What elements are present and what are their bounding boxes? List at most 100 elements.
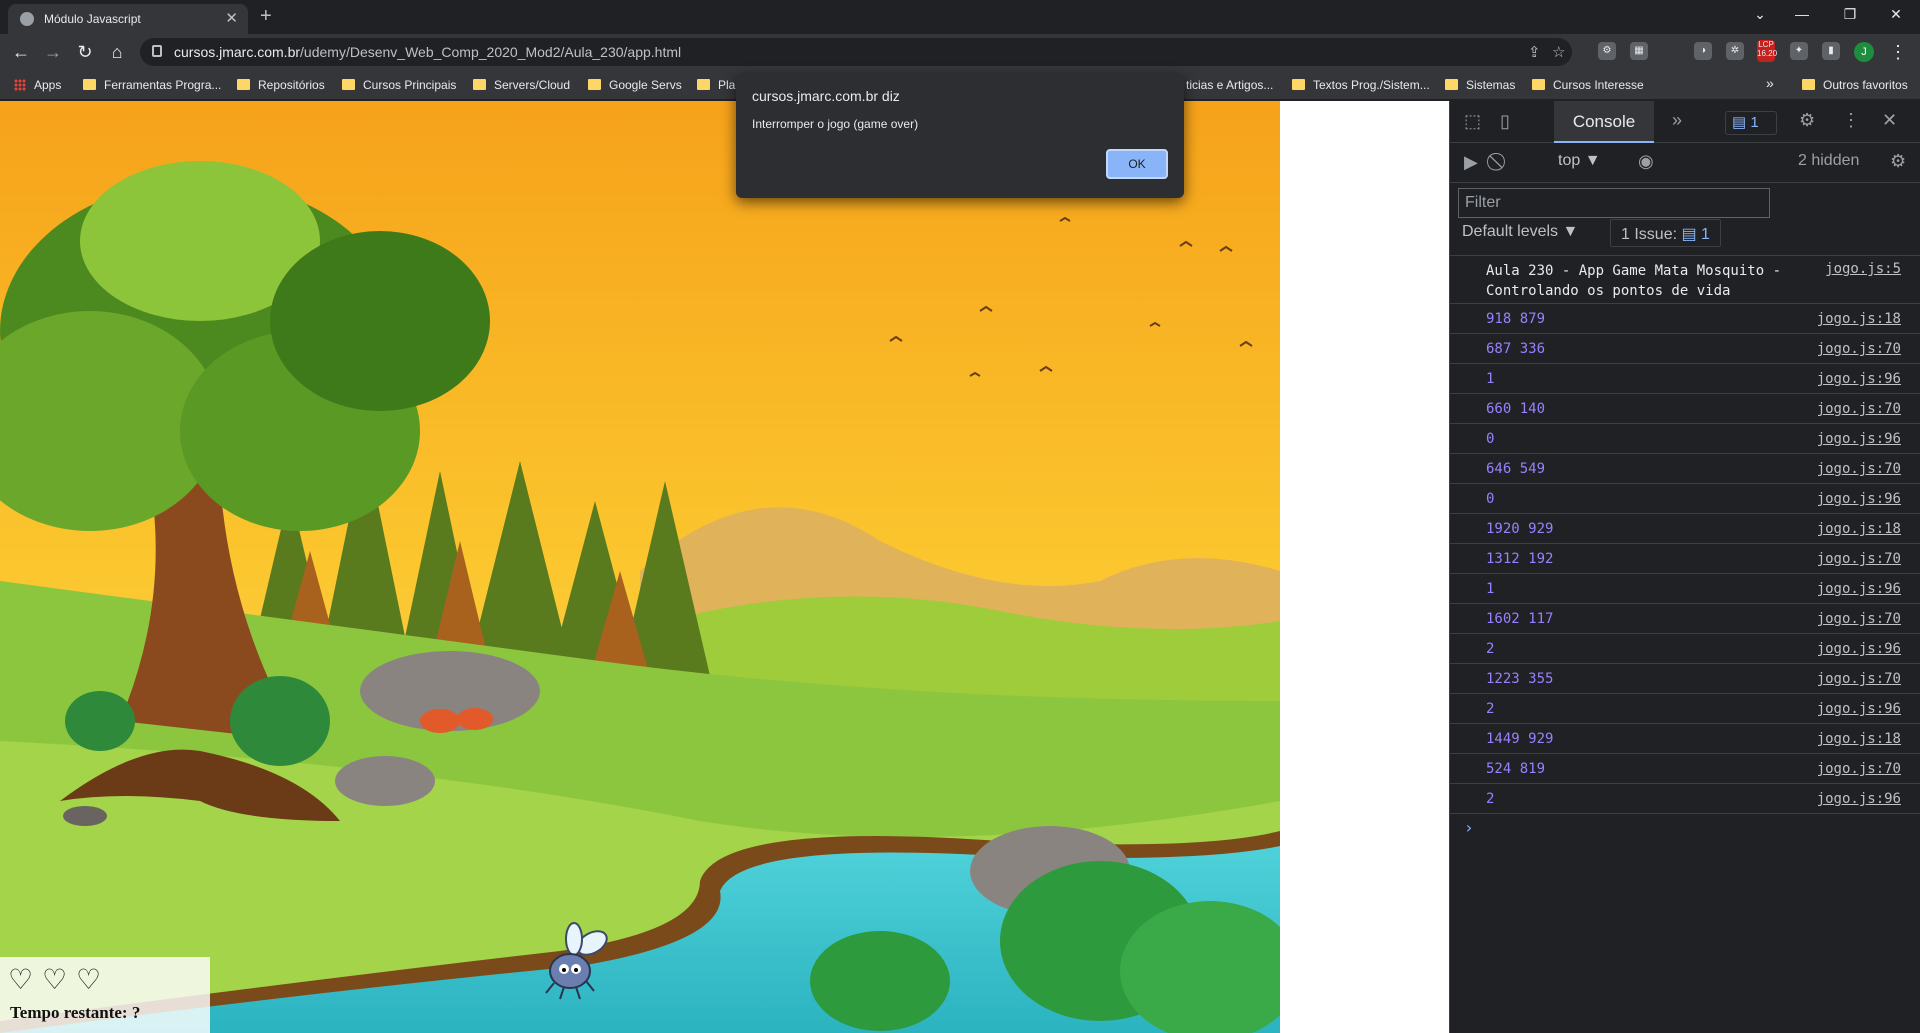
console-message: 687 336 [1486, 341, 1546, 357]
tab-strip: Módulo Javascript ✕ + ⌄ — ❐ ✕ [0, 0, 1920, 34]
source-link[interactable]: jogo.js:96 [1817, 371, 1901, 387]
console-prompt[interactable]: › [1464, 818, 1474, 837]
dialog-title: cursos.jmarc.com.br diz [752, 88, 900, 104]
console-message: 1 [1486, 581, 1495, 597]
browser-menu-icon[interactable]: ⋮ [1886, 40, 1910, 64]
reload-button[interactable]: ↻ [73, 40, 97, 64]
home-button[interactable]: ⌂ [105, 40, 129, 64]
new-tab-button[interactable]: + [260, 5, 272, 28]
source-link[interactable]: jogo.js:5 [1825, 261, 1901, 277]
more-bookmarks-icon[interactable]: » [1766, 75, 1774, 91]
console-message: Aula 230 - App Game Mata Mosquito - Cont… [1486, 263, 1782, 299]
extension-lcp-icon[interactable]: LCP 16.20 [1757, 40, 1777, 62]
bookmark-folder[interactable]: Servers/Cloud [473, 78, 570, 92]
context-selector[interactable]: top ▼ [1558, 152, 1601, 170]
profile-avatar[interactable]: J [1854, 42, 1874, 62]
tab-close-icon[interactable]: ✕ [225, 9, 238, 27]
issues-button[interactable]: 1 Issue: ▤ 1 [1610, 219, 1721, 247]
source-link[interactable]: jogo.js:96 [1817, 581, 1901, 597]
log-levels-dropdown[interactable]: Default levels ▼ [1462, 223, 1578, 241]
url-text[interactable]: cursos.jmarc.com.br/udemy/Desenv_Web_Com… [174, 44, 681, 60]
device-toolbar-icon[interactable]: ▯ [1500, 111, 1510, 132]
console-settings-gear-icon[interactable]: ⚙ [1890, 151, 1906, 172]
other-bookmarks[interactable]: Outros favoritos [1802, 78, 1908, 92]
console-message: 0 [1486, 431, 1495, 447]
settings-gear-icon[interactable]: ⚙ [1799, 110, 1815, 131]
console-row: 1920 929 jogo.js:18 [1450, 514, 1920, 544]
extension-gear-icon[interactable]: ⚙ [1598, 42, 1616, 60]
console-row: 1602 117 jogo.js:70 [1450, 604, 1920, 634]
source-link[interactable]: jogo.js:18 [1817, 311, 1901, 327]
console-toolbar: ▶ ⃠ top ▼ ◉ 2 hidden ⚙ [1450, 143, 1920, 183]
bookmark-apps[interactable]: Apps [14, 78, 61, 92]
console-log: Aula 230 - App Game Mata Mosquito - Cont… [1450, 255, 1920, 837]
messages-badge[interactable]: ▤ 1 [1725, 111, 1777, 135]
browser-tab[interactable]: Módulo Javascript ✕ [8, 4, 248, 34]
bookmark-folder[interactable]: Textos Prog./Sistem... [1292, 78, 1430, 92]
source-link[interactable]: jogo.js:70 [1817, 341, 1901, 357]
source-link[interactable]: jogo.js:18 [1817, 521, 1901, 537]
forward-button[interactable]: → [41, 40, 65, 64]
bookmark-folder[interactable]: Google Servs [588, 78, 682, 92]
source-link[interactable]: jogo.js:96 [1817, 431, 1901, 447]
bookmark-folder[interactable]: Repositórios [237, 78, 325, 92]
time-remaining: Tempo restante: ? [10, 1003, 141, 1022]
back-button[interactable]: ← [9, 40, 33, 64]
extension-react-icon[interactable]: ✲ [1726, 42, 1744, 60]
minimize-button[interactable]: — [1790, 6, 1814, 22]
source-link[interactable]: jogo.js:96 [1817, 791, 1901, 807]
restore-button[interactable]: ❐ [1838, 6, 1862, 23]
console-message: 2 [1486, 791, 1495, 807]
source-link[interactable]: jogo.js:70 [1817, 551, 1901, 567]
extension-dark-reader-icon[interactable]: ◑ [1694, 42, 1712, 60]
lock-icon[interactable] [152, 45, 162, 57]
bookmark-star-icon[interactable]: ☆ [1552, 43, 1565, 61]
side-panel-icon[interactable]: ▮ [1822, 42, 1840, 60]
close-window-button[interactable]: ✕ [1884, 6, 1908, 23]
extensions-puzzle-icon[interactable]: ✦ [1790, 42, 1808, 60]
filter-input[interactable]: Filter [1458, 188, 1770, 218]
source-link[interactable]: jogo.js:96 [1817, 491, 1901, 507]
bookmark-folder[interactable]: Cursos Principais [342, 78, 456, 92]
close-devtools-icon[interactable]: ✕ [1882, 110, 1897, 131]
extension-screenshot-icon[interactable]: ▦ [1630, 42, 1648, 60]
source-link[interactable]: jogo.js:18 [1817, 731, 1901, 747]
console-row: 1 jogo.js:96 [1450, 364, 1920, 394]
inspect-element-icon[interactable]: ⬚ [1464, 111, 1481, 132]
sidebar-toggle-icon[interactable]: ▶ [1464, 152, 1478, 173]
source-link[interactable]: jogo.js:70 [1817, 461, 1901, 477]
more-tabs-icon[interactable]: » [1672, 110, 1682, 131]
kebab-menu-icon[interactable]: ⋮ [1842, 110, 1860, 131]
source-link[interactable]: jogo.js:70 [1817, 761, 1901, 777]
ok-button[interactable]: OK [1106, 149, 1168, 179]
bookmark-folder[interactable]: Cursos Interesse [1532, 78, 1644, 92]
folder-icon [1532, 79, 1545, 90]
console-message: 1 [1486, 371, 1495, 387]
tab-console[interactable]: Console [1554, 101, 1654, 143]
source-link[interactable]: jogo.js:70 [1817, 401, 1901, 417]
page-viewport: ♡ ♡ ♡ Tempo restante: ? [0, 101, 1449, 1033]
bookmark-folder[interactable]: Pla [697, 78, 735, 92]
alert-dialog: cursos.jmarc.com.br diz Interromper o jo… [736, 74, 1184, 198]
source-link[interactable]: jogo.js:96 [1817, 641, 1901, 657]
folder-icon [473, 79, 486, 90]
address-bar[interactable]: cursos.jmarc.com.br/udemy/Desenv_Web_Com… [140, 38, 1572, 66]
source-link[interactable]: jogo.js:70 [1817, 611, 1901, 627]
live-expression-eye-icon[interactable]: ◉ [1638, 151, 1654, 172]
dialog-message: Interromper o jogo (game over) [752, 117, 919, 131]
source-link[interactable]: jogo.js:70 [1817, 671, 1901, 687]
tab-search-icon[interactable]: ⌄ [1748, 6, 1772, 23]
bookmark-folder[interactable]: Ferramentas Progra... [83, 78, 221, 92]
bookmark-folder[interactable]: Sistemas [1445, 78, 1515, 92]
folder-icon [1445, 79, 1458, 90]
mosquito-sprite[interactable] [530, 921, 620, 1011]
console-message: 1920 929 [1486, 521, 1554, 537]
source-link[interactable]: jogo.js:96 [1817, 701, 1901, 717]
console-row: Aula 230 - App Game Mata Mosquito - Cont… [1450, 256, 1920, 304]
console-row: 0 jogo.js:96 [1450, 424, 1920, 454]
globe-icon [20, 12, 34, 26]
console-message: 1223 355 [1486, 671, 1554, 687]
folder-icon [1802, 79, 1815, 90]
bookmark-folder[interactable]: ticias e Artigos... [1186, 78, 1273, 92]
share-icon[interactable]: ⇪ [1528, 43, 1541, 61]
